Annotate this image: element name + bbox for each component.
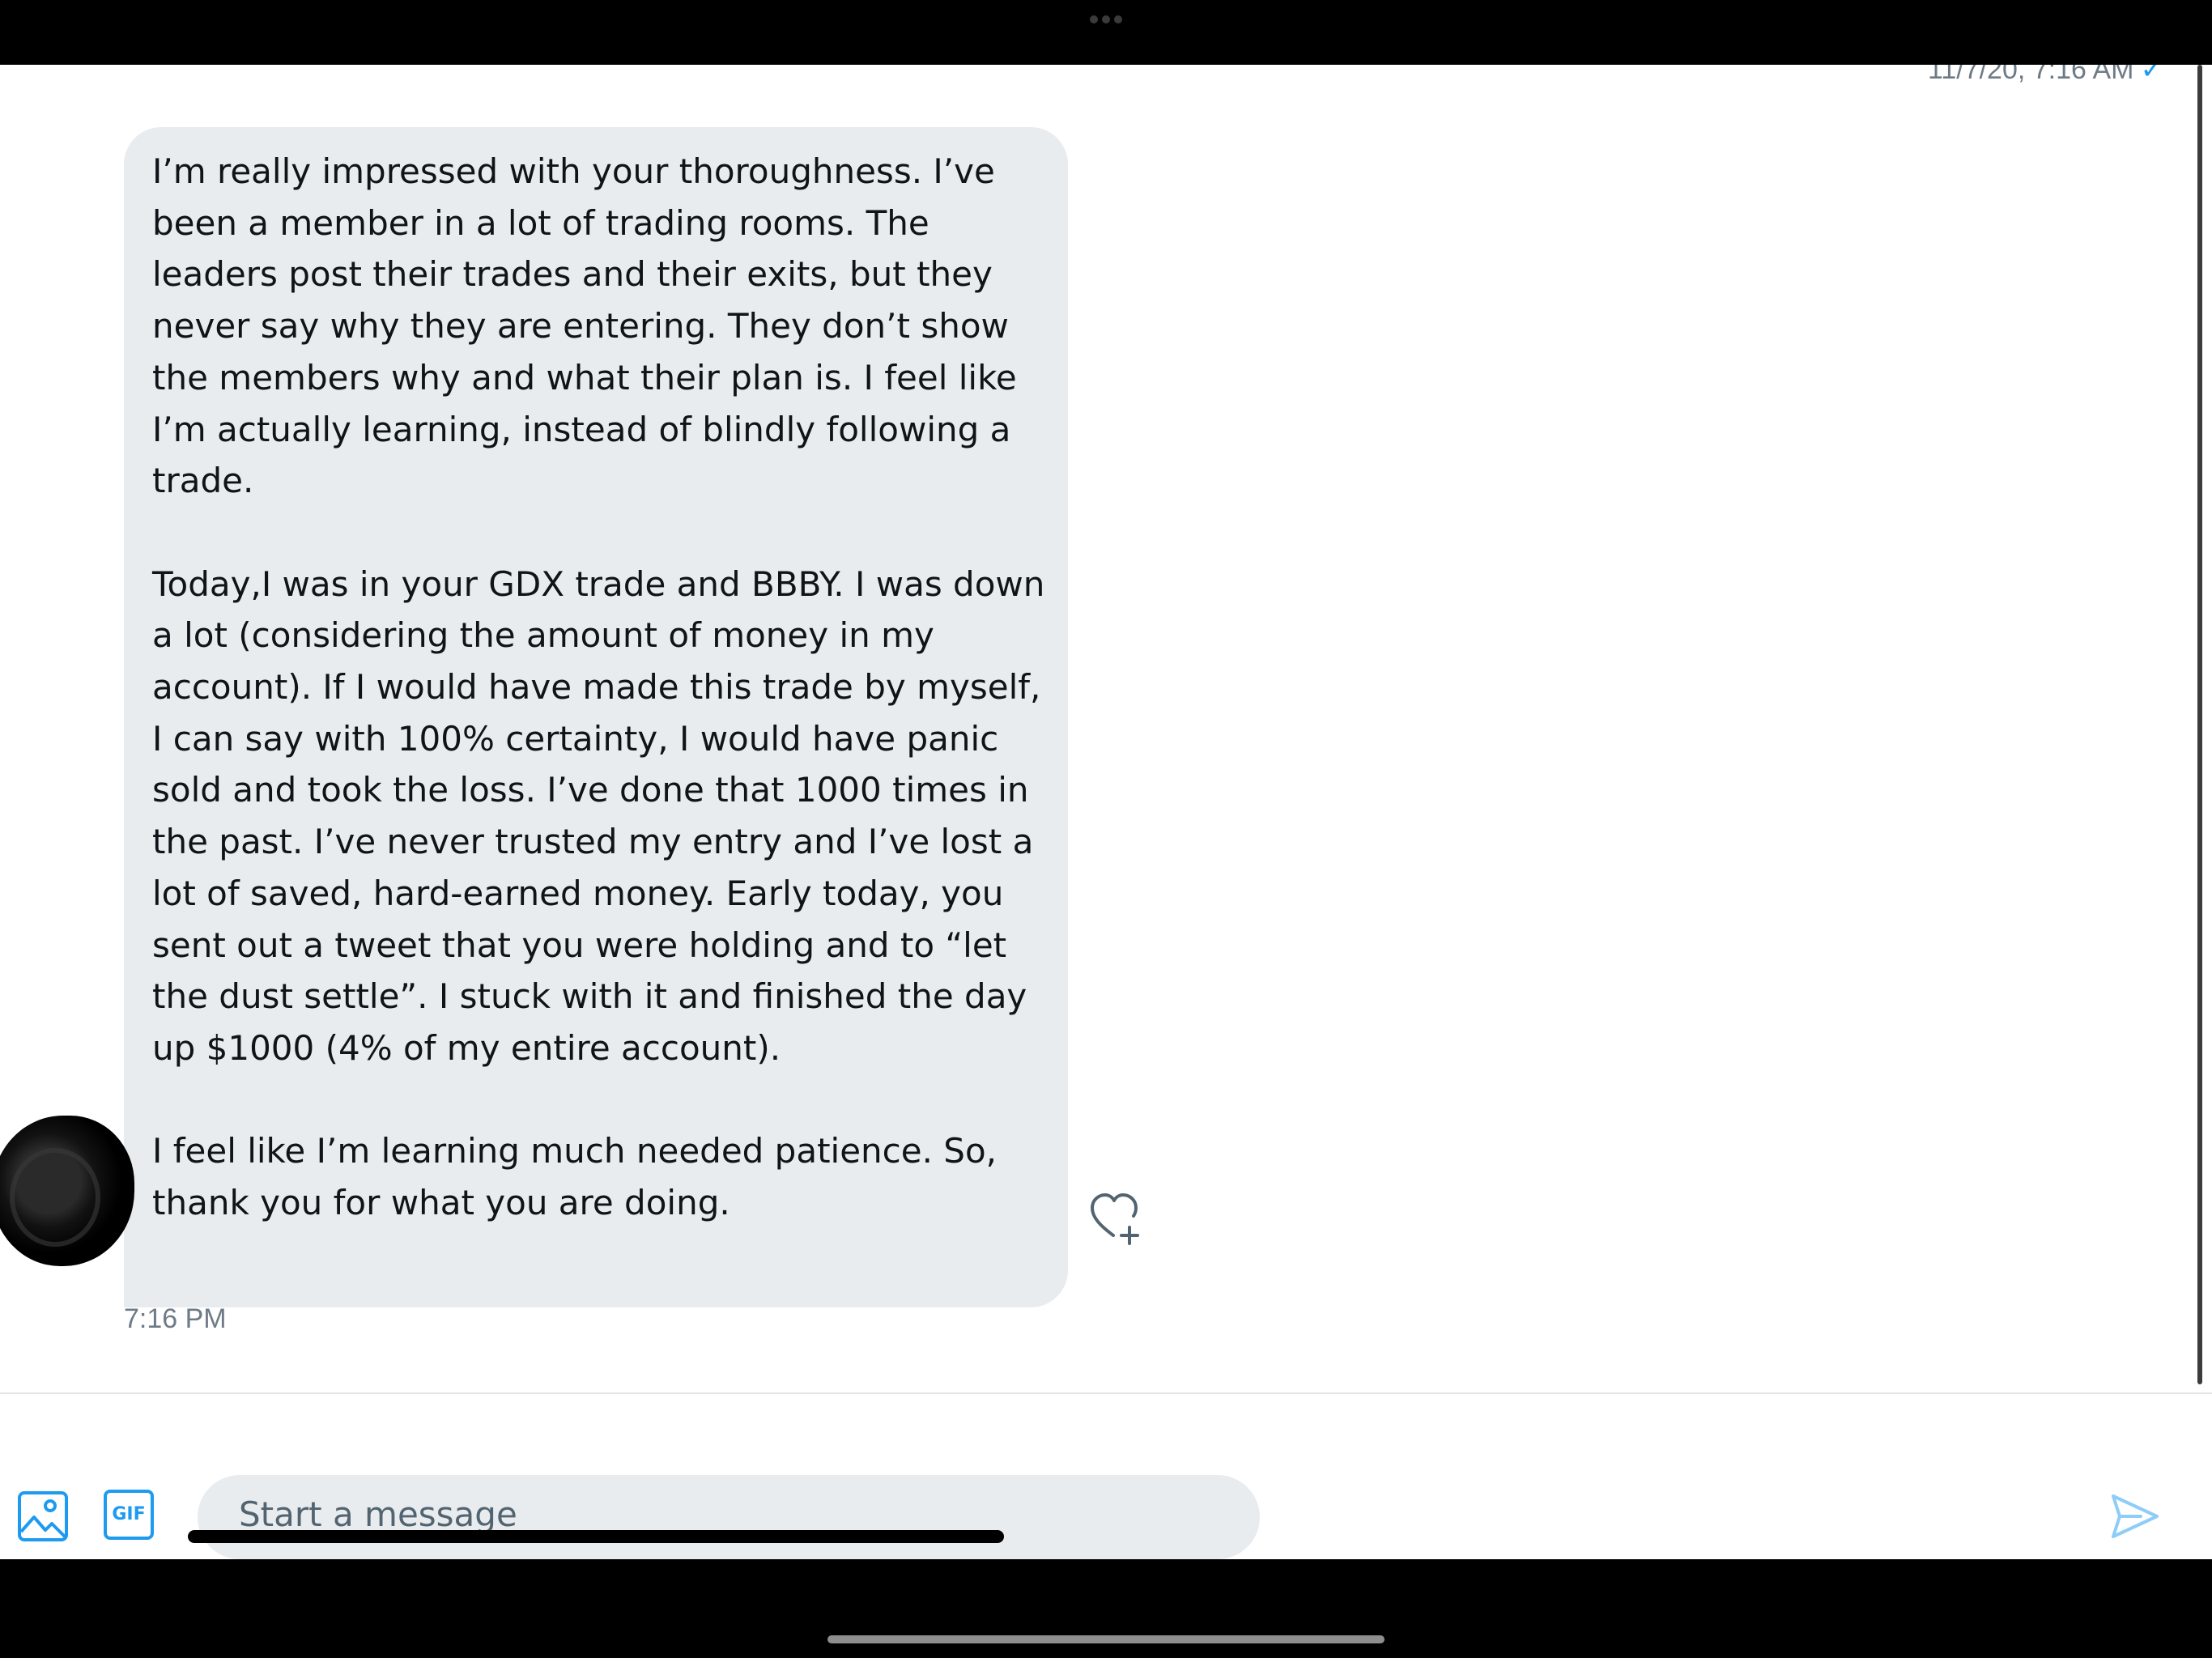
scrollbar[interactable] xyxy=(2197,65,2202,1384)
app-home-indicator xyxy=(188,1530,1004,1543)
dm-conversation-screen: 11/7/20, 7:16 AM ✓ I’m really impressed w… xyxy=(0,65,2212,1559)
message-paragraph: Today,I was in your GDX trade and BBBY. … xyxy=(152,563,1045,1068)
message-input-placeholder: Start a message xyxy=(239,1494,517,1534)
image-icon[interactable] xyxy=(16,1490,70,1543)
message-text: I’m really impressed with your thoroughn… xyxy=(152,146,1051,1229)
multitasking-dots-icon[interactable] xyxy=(1090,15,1122,24)
message-paragraph: I feel like I’m learning much needed pat… xyxy=(152,1131,998,1223)
previous-message-timestamp: 11/7/20, 7:16 AM ✓ xyxy=(1928,65,2163,86)
message-paragraph: I’m really impressed with your thoroughn… xyxy=(152,151,1017,501)
previous-timestamp-text: 11/7/20, 7:16 AM xyxy=(1927,65,2134,85)
message-timestamp: 7:16 PM xyxy=(124,1303,227,1334)
send-icon[interactable] xyxy=(2108,1490,2162,1543)
avatar[interactable] xyxy=(0,1116,134,1266)
heart-plus-icon[interactable] xyxy=(1089,1190,1146,1247)
read-check-icon: ✓ xyxy=(2140,65,2164,85)
home-indicator[interactable] xyxy=(827,1635,1385,1643)
top-status-bar xyxy=(0,0,2212,65)
gif-label: GIF xyxy=(104,1490,154,1540)
gif-icon[interactable]: GIF xyxy=(104,1490,157,1543)
